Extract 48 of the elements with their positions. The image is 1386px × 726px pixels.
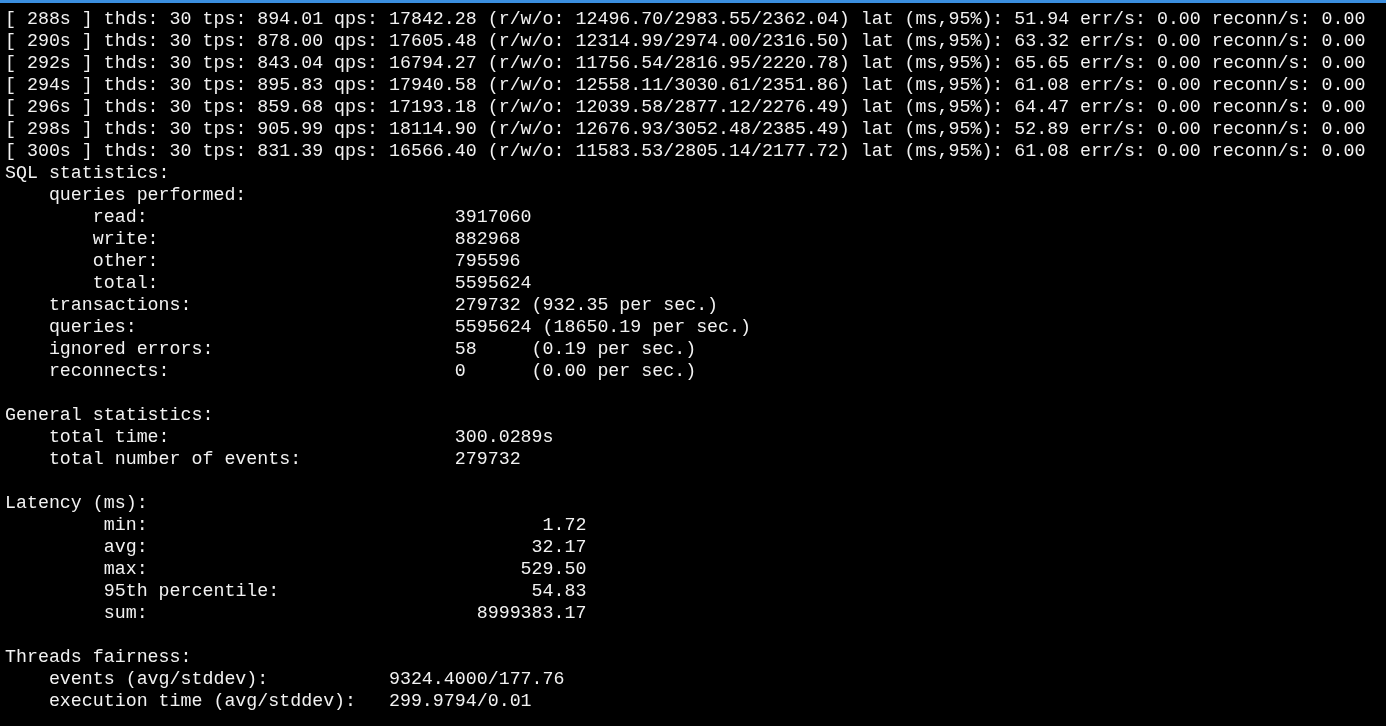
stat-value: 58 xyxy=(454,338,478,360)
stat-label: max: xyxy=(103,558,148,580)
stat-value: 0 xyxy=(454,360,467,382)
progress-line: [ 288s ] thds: 30 tps: 894.01 qps: 17842.28 (r/w/o: 12496.70/2983.55/2362.04) lat (ms,95%): 51.94 err/s: 0.00 reconn/s: 0.00 xyxy=(5,9,1366,29)
stat-value: 8999383.17 xyxy=(476,602,587,624)
stat-label: total number of events: xyxy=(48,448,303,470)
stat-value: 1.72 xyxy=(542,514,587,536)
stat-label: read: xyxy=(92,206,149,228)
section-title: Threads fairness: xyxy=(5,647,192,667)
progress-line: [ 292s ] thds: 30 tps: 843.04 qps: 16794.27 (r/w/o: 11756.54/2816.95/2220.78) lat (ms,95%): 65.65 err/s: 0.00 reconn/s: 0.00 xyxy=(5,53,1366,73)
stat-label: transactions: xyxy=(48,294,193,316)
stat-value: 299.9794/0.01 xyxy=(388,690,532,712)
stat-value: 32.17 xyxy=(531,536,587,558)
stat-label: execution time (avg/stddev): xyxy=(48,690,358,712)
stat-label: total: xyxy=(92,272,160,294)
stat-label: avg: xyxy=(103,536,148,558)
stat-value: 300.0289s xyxy=(454,426,554,448)
stat-label: events (avg/stddev): xyxy=(48,668,270,690)
progress-line: [ 300s ] thds: 30 tps: 831.39 qps: 16566.40 (r/w/o: 11583.53/2805.14/2177.72) lat (ms,95%): 61.08 err/s: 0.00 reconn/s: 0.00 xyxy=(5,141,1366,161)
progress-line: [ 298s ] thds: 30 tps: 905.99 qps: 18114.90 (r/w/o: 12676.93/3052.48/2385.49) lat (ms,95%): 52.89 err/s: 0.00 reconn/s: 0.00 xyxy=(5,119,1366,139)
stat-value: 3917060 xyxy=(454,206,532,228)
section-title: Latency (ms): xyxy=(5,493,148,513)
stat-label: 95th percentile: xyxy=(103,580,280,602)
stat-label: ignored errors: xyxy=(48,338,215,360)
stat-label: write: xyxy=(92,228,160,250)
stat-value: 795596 xyxy=(454,250,521,272)
stat-value: 5595624 (18650.19 per sec.) xyxy=(454,316,751,338)
section-title: General statistics: xyxy=(5,405,214,425)
stat-value: 529.50 xyxy=(520,558,587,580)
section-title: SQL statistics: xyxy=(5,163,170,183)
stat-value: 5595624 xyxy=(454,272,532,294)
stat-label: min: xyxy=(103,514,148,536)
stat-value: 882968 xyxy=(454,228,521,250)
progress-line: [ 294s ] thds: 30 tps: 895.83 qps: 17940.58 (r/w/o: 12558.11/3030.61/2351.86) lat (ms,95%): 61.08 err/s: 0.00 reconn/s: 0.00 xyxy=(5,75,1366,95)
progress-line: [ 290s ] thds: 30 tps: 878.00 qps: 17605.48 (r/w/o: 12314.99/2974.00/2316.50) lat (ms,95%): 63.32 err/s: 0.00 reconn/s: 0.00 xyxy=(5,31,1366,51)
stat-label: sum: xyxy=(103,602,148,624)
stat-label: queries performed: xyxy=(48,184,248,206)
stat-value: 9324.4000/177.76 xyxy=(388,668,565,690)
stat-value: 279732 (932.35 per sec.) xyxy=(454,294,719,316)
stat-label: total time: xyxy=(48,426,171,448)
stat-label: other: xyxy=(92,250,160,272)
stat-value: 279732 xyxy=(454,448,521,470)
stat-label: reconnects: xyxy=(48,360,171,382)
stat-value: 54.83 xyxy=(531,580,587,602)
progress-line: [ 296s ] thds: 30 tps: 859.68 qps: 17193.18 (r/w/o: 12039.58/2877.12/2276.49) lat (ms,95%): 64.47 err/s: 0.00 reconn/s: 0.00 xyxy=(5,97,1366,117)
stat-label: queries: xyxy=(48,316,138,338)
stat-rate: (0.19 per sec.) xyxy=(531,338,697,360)
stat-rate: (0.00 per sec.) xyxy=(531,360,697,382)
